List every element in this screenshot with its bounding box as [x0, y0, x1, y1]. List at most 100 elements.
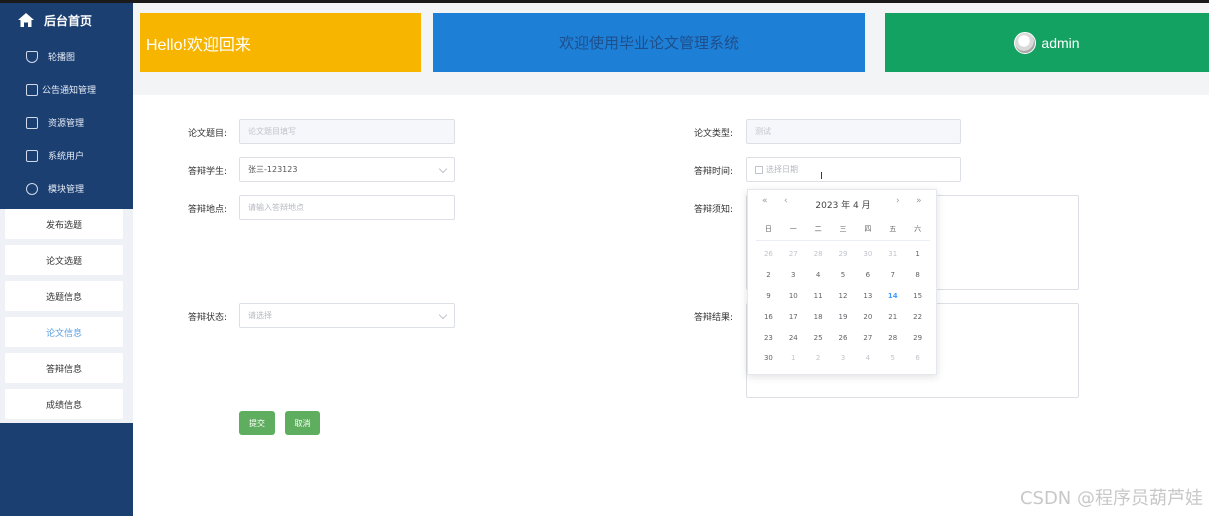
sidebar-submenu: 发布选题 论文选题 选题信息 论文信息 答辩信息 成绩信息 [0, 209, 133, 423]
home-icon [18, 13, 34, 27]
day-cell[interactable]: 16 [756, 313, 781, 321]
day-cell[interactable]: 6 [905, 354, 930, 362]
hello-card: Hello!欢迎回来 [140, 13, 421, 72]
day-cell[interactable]: 30 [855, 250, 880, 258]
submenu-item-score-info[interactable]: 成绩信息 [5, 389, 123, 419]
place-input[interactable]: 请输入答辩地点 [239, 195, 455, 220]
day-cell[interactable]: 24 [781, 334, 806, 342]
sidebar-item-carousel[interactable]: 轮播图 [0, 40, 133, 73]
result-label: 答辩结果: [693, 313, 733, 323]
submenu-item-thesis-info[interactable]: 论文信息 [5, 317, 123, 347]
day-cell[interactable]: 29 [905, 334, 930, 342]
status-label: 答辩状态: [187, 313, 227, 323]
submenu-item-publish-topic[interactable]: 发布选题 [5, 209, 123, 239]
submit-button[interactable]: 提交 [239, 411, 275, 435]
day-cell[interactable]: 3 [781, 271, 806, 279]
weekday-header: 日一二三四五六 [756, 224, 930, 241]
day-cell[interactable]: 8 [905, 271, 930, 279]
day-cell[interactable]: 5 [831, 271, 856, 279]
sidebar-item-label: 公告通知管理 [42, 86, 97, 96]
day-cell[interactable]: 10 [781, 292, 806, 300]
sidebar-item-label: 系统用户 [48, 152, 85, 162]
notice-label: 答辩须知: [693, 205, 733, 215]
weekday-label: 二 [814, 225, 822, 233]
day-cell[interactable]: 7 [880, 271, 905, 279]
day-cell[interactable]: 25 [806, 334, 831, 342]
day-cell[interactable]: 31 [880, 250, 905, 258]
day-cell[interactable]: 23 [756, 334, 781, 342]
day-cell[interactable]: 18 [806, 313, 831, 321]
day-cell[interactable]: 19 [831, 313, 856, 321]
day-cell[interactable]: 4 [806, 271, 831, 279]
day-cell[interactable]: 22 [905, 313, 930, 321]
day-cell[interactable]: 3 [831, 354, 856, 362]
day-cell[interactable]: 13 [855, 292, 880, 300]
student-label: 答辩学生: [187, 167, 227, 177]
day-grid: 26 27 28 29 30 31 1 2 3 4 5 6 7 8 9 10 11 12 13 14 15 16 17 18 1… [756, 244, 930, 369]
day-cell[interactable]: 28 [880, 334, 905, 342]
module-icon [26, 182, 38, 195]
chevron-down-icon [438, 164, 448, 174]
date-picker-title: 2023 年 4 月 [815, 201, 871, 211]
shield-icon [26, 50, 38, 63]
text-cursor-icon: I [820, 171, 823, 182]
sidebar-item-label: 模块管理 [48, 185, 85, 195]
day-cell[interactable]: 9 [756, 292, 781, 300]
place-label: 答辩地点: [187, 205, 227, 215]
submenu-item-defense-info[interactable]: 答辩信息 [5, 353, 123, 383]
weekday-label: 四 [864, 225, 872, 233]
calendar-icon [755, 165, 763, 174]
day-cell[interactable]: 2 [756, 271, 781, 279]
hello-text: Hello!欢迎回来 [146, 36, 251, 54]
weekday-label: 五 [889, 225, 897, 233]
watermark: CSDN @程序员葫芦娃 [1019, 488, 1203, 509]
day-cell[interactable]: 11 [806, 292, 831, 300]
day-cell[interactable]: 6 [855, 271, 880, 279]
day-cell[interactable]: 26 [831, 334, 856, 342]
username: admin [1041, 34, 1080, 51]
type-label: 论文类型: [693, 129, 733, 139]
sidebar-item-users[interactable]: 系统用户 [0, 139, 133, 172]
user-card-icon [26, 149, 38, 162]
date-input[interactable]: 选择日期 [746, 157, 961, 182]
day-cell[interactable]: 4 [855, 354, 880, 362]
sidebar-item-modules[interactable]: 模块管理 [0, 172, 133, 205]
day-cell[interactable]: 2 [806, 354, 831, 362]
next-month-button[interactable]: › [896, 196, 900, 206]
resource-icon [26, 116, 38, 129]
cancel-button[interactable]: 取消 [285, 411, 320, 435]
day-cell[interactable]: 26 [756, 250, 781, 258]
user-card[interactable]: admin [885, 13, 1209, 72]
day-cell[interactable]: 27 [855, 334, 880, 342]
day-cell[interactable]: 29 [831, 250, 856, 258]
sidebar-item-resource[interactable]: 资源管理 [0, 106, 133, 139]
day-cell[interactable]: 15 [905, 292, 930, 300]
sidebar-home-label: 后台首页 [44, 13, 93, 28]
day-cell[interactable]: 14 [880, 292, 905, 300]
sidebar-item-notice[interactable]: 公告通知管理 [0, 73, 133, 106]
next-year-button[interactable]: » [916, 196, 922, 206]
day-cell[interactable]: 12 [831, 292, 856, 300]
status-select[interactable]: 请选择 [239, 303, 455, 328]
sidebar-home[interactable]: 后台首页 [0, 3, 133, 37]
title-label: 论文题目: [187, 129, 227, 139]
edit-icon [26, 83, 38, 96]
sidebar: 后台首页 轮播图 公告通知管理 资源管理 系统用户 模块管理 发布选题 论文选题… [0, 3, 133, 516]
submenu-item-thesis-topic[interactable]: 论文选题 [5, 245, 123, 275]
weekday-label: 三 [839, 225, 847, 233]
day-cell[interactable]: 1 [905, 250, 930, 258]
day-cell[interactable]: 1 [781, 354, 806, 362]
welcome-text: 欢迎使用毕业论文管理系统 [558, 35, 739, 52]
submenu-item-topic-info[interactable]: 选题信息 [5, 281, 123, 311]
day-cell[interactable]: 28 [806, 250, 831, 258]
day-cell[interactable]: 5 [880, 354, 905, 362]
sidebar-item-label: 资源管理 [48, 119, 85, 129]
day-cell[interactable]: 30 [756, 354, 781, 362]
chevron-down-icon [438, 310, 448, 320]
day-cell[interactable]: 21 [880, 313, 905, 321]
welcome-card: 欢迎使用毕业论文管理系统 [433, 13, 865, 72]
day-cell[interactable]: 17 [781, 313, 806, 321]
student-select[interactable]: 张三-123123 [239, 157, 455, 182]
day-cell[interactable]: 20 [855, 313, 880, 321]
day-cell[interactable]: 27 [781, 250, 806, 258]
